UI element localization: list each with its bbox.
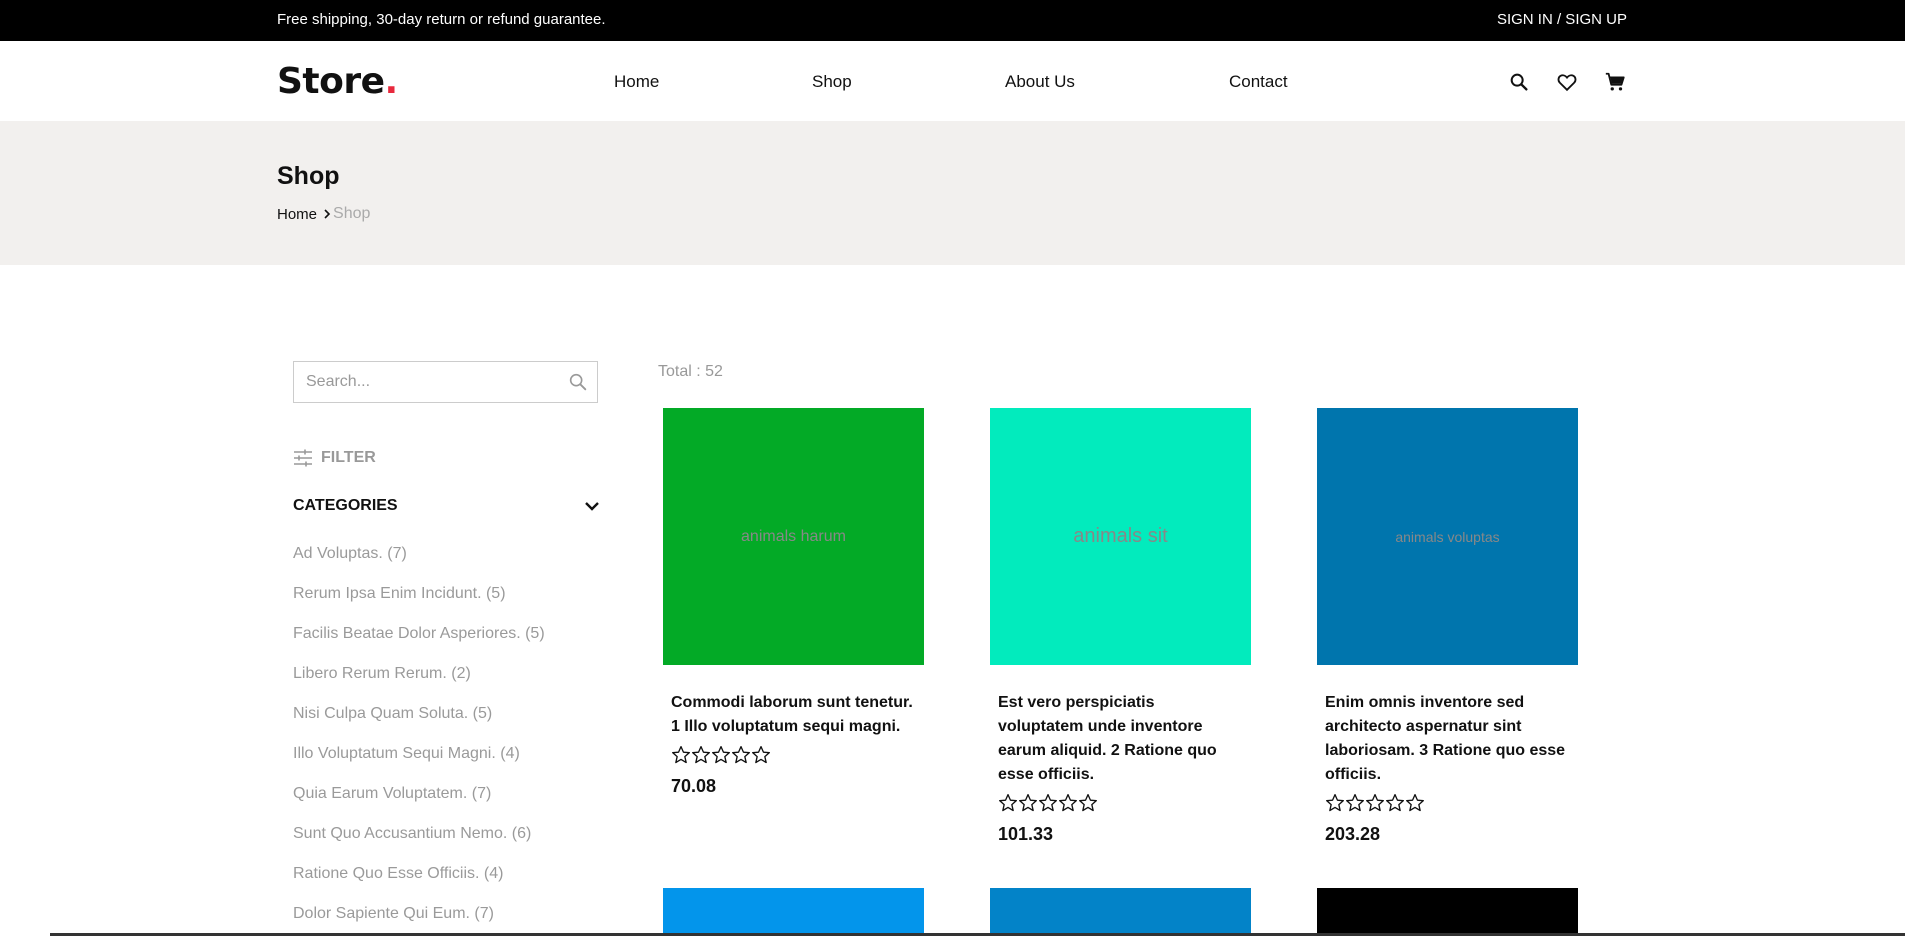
star-rating — [998, 793, 1243, 818]
product-price: 70.08 — [671, 776, 717, 796]
breadcrumb-current: Shop — [333, 205, 371, 222]
product-price: 203.28 — [1325, 824, 1381, 844]
star-icon[interactable] — [711, 745, 731, 770]
product-title[interactable]: Est vero perspiciatis voluptatem unde in… — [998, 691, 1243, 787]
nav-contact[interactable]: Contact — [1229, 72, 1288, 92]
breadcrumb: Home Shop — [277, 205, 370, 223]
star-rating — [1325, 793, 1570, 818]
categories-title: CATEGORIES — [293, 497, 398, 514]
breadcrumb-home[interactable]: Home — [277, 206, 317, 223]
product-image-text: animals sit — [1073, 525, 1168, 547]
star-icon[interactable] — [1018, 793, 1038, 818]
star-icon[interactable] — [731, 745, 751, 770]
nav-home[interactable]: Home — [614, 72, 659, 92]
category-item[interactable]: Quia Earum Voluptatem. (7) — [293, 785, 545, 825]
sliders-icon — [294, 449, 312, 467]
product-image[interactable] — [990, 888, 1251, 936]
category-item[interactable]: Facilis Beatae Dolor Asperiores. (5) — [293, 625, 545, 665]
product-title[interactable]: Commodi laborum sunt tenetur. 1 Illo vol… — [671, 691, 916, 739]
category-item[interactable]: Dolor Sapiente Qui Eum. (7) — [293, 905, 545, 936]
category-item[interactable]: Libero Rerum Rerum. (2) — [293, 665, 545, 705]
product-image[interactable]: animals voluptas — [1317, 408, 1578, 665]
star-icon[interactable] — [1325, 793, 1345, 818]
star-rating — [671, 745, 916, 770]
product-search — [293, 361, 598, 403]
heart-icon[interactable] — [1553, 68, 1581, 96]
chevron-down-icon[interactable] — [584, 500, 600, 512]
star-icon[interactable] — [1405, 793, 1425, 818]
product-image[interactable]: animals harum — [663, 408, 924, 665]
logo-text: Store — [277, 61, 385, 102]
store-logo[interactable]: Store. — [277, 61, 398, 102]
chevron-right-icon — [324, 209, 331, 219]
product-card: animals sit Est vero perspiciatis volupt… — [990, 408, 1251, 845]
product-total: Total : 52 — [658, 363, 723, 380]
star-icon[interactable] — [1345, 793, 1365, 818]
product-title[interactable]: Enim omnis inventore sed architecto aspe… — [1325, 691, 1570, 787]
star-icon[interactable] — [1365, 793, 1385, 818]
site-header: Store. Home Shop About Us Contact — [0, 41, 1905, 121]
product-image[interactable] — [663, 888, 924, 936]
star-icon[interactable] — [691, 745, 711, 770]
category-item[interactable]: Ad Voluptas. (7) — [293, 545, 545, 585]
shipping-promo-text: Free shipping, 30-day return or refund g… — [277, 11, 606, 28]
star-icon[interactable] — [1078, 793, 1098, 818]
logo-dot: . — [384, 61, 399, 102]
star-icon[interactable] — [671, 745, 691, 770]
product-image[interactable] — [1317, 888, 1578, 936]
product-card: animals voluptas Enim omnis inventore se… — [1317, 408, 1578, 845]
category-list: Ad Voluptas. (7) Rerum Ipsa Enim Incidun… — [293, 545, 545, 936]
category-item[interactable]: Illo Voluptatum Sequi Magni. (4) — [293, 745, 545, 785]
star-icon[interactable] — [998, 793, 1018, 818]
star-icon[interactable] — [1058, 793, 1078, 818]
star-icon[interactable] — [1038, 793, 1058, 818]
filter-label: FILTER — [321, 449, 376, 466]
search-icon[interactable] — [1505, 68, 1533, 96]
nav-shop[interactable]: Shop — [812, 72, 852, 92]
category-item[interactable]: Rerum Ipsa Enim Incidunt. (5) — [293, 585, 545, 625]
category-item[interactable]: Sunt Quo Accusantium Nemo. (6) — [293, 825, 545, 865]
categories-header[interactable]: CATEGORIES — [293, 497, 600, 515]
page-banner: Shop Home Shop — [0, 121, 1905, 265]
search-input[interactable] — [294, 362, 544, 402]
filter-toggle[interactable]: FILTER — [293, 448, 376, 468]
product-card: animals harum Commodi laborum sunt tenet… — [663, 408, 924, 797]
star-icon[interactable] — [751, 745, 771, 770]
product-image-text: animals harum — [741, 527, 846, 545]
product-price: 101.33 — [998, 824, 1054, 844]
product-image[interactable]: animals sit — [990, 408, 1251, 665]
category-item[interactable]: Nisi Culpa Quam Soluta. (5) — [293, 705, 545, 745]
nav-about-us[interactable]: About Us — [1005, 72, 1075, 92]
search-icon[interactable] — [567, 371, 589, 393]
page-title: Shop — [277, 162, 340, 190]
sign-in-sign-up-link[interactable]: SIGN IN / SIGN UP — [1497, 11, 1627, 28]
product-image-text: animals voluptas — [1395, 528, 1500, 545]
cart-icon[interactable] — [1601, 68, 1629, 96]
category-item[interactable]: Ratione Quo Esse Officiis. (4) — [293, 865, 545, 905]
star-icon[interactable] — [1385, 793, 1405, 818]
top-announcement-bar: Free shipping, 30-day return or refund g… — [0, 0, 1905, 41]
